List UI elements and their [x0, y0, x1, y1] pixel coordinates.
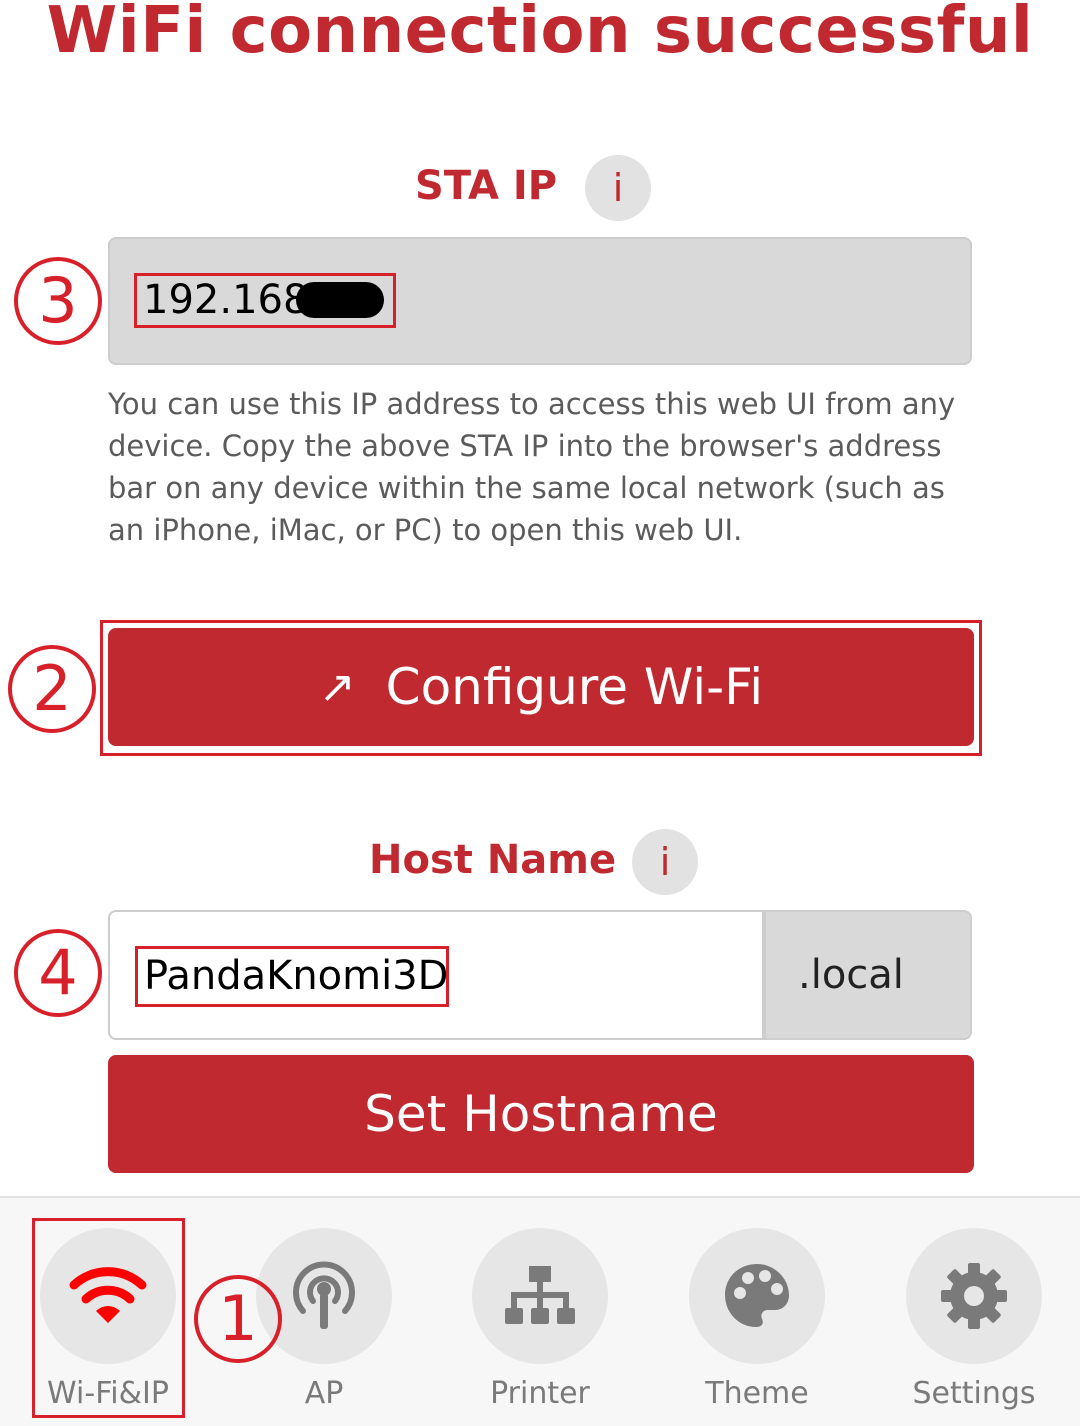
configure-wifi-button[interactable]: ↗ Configure Wi-Fi: [108, 628, 974, 746]
set-hostname-button[interactable]: Set Hostname: [108, 1055, 974, 1173]
host-name-label: Host Name: [369, 837, 617, 883]
annotation-step-1: 1: [194, 1275, 282, 1363]
external-link-icon: ↗: [318, 661, 356, 713]
wifi-ip-highlight: [32, 1218, 185, 1418]
palette-icon: [725, 1264, 789, 1327]
nav-ap-circle: [256, 1228, 392, 1364]
nav-printer-circle: [472, 1228, 608, 1364]
nav-label-theme: Theme: [705, 1376, 809, 1411]
annotation-step-4: 4: [14, 929, 102, 1017]
nav-settings-circle: [906, 1228, 1042, 1364]
antenna-icon: [293, 1261, 355, 1329]
sta-ip-info-button[interactable]: i: [585, 155, 651, 221]
page-title: WiFi connection successful: [46, 0, 1034, 68]
annotation-step-2: 2: [8, 645, 96, 733]
nav-label-settings: Settings: [912, 1376, 1036, 1411]
host-name-suffix: .local: [764, 910, 972, 1040]
redaction-mark: [296, 282, 384, 318]
nav-theme-circle: [689, 1228, 825, 1364]
host-name-info-button[interactable]: i: [632, 829, 698, 895]
nav-item-theme[interactable]: Theme: [689, 1228, 825, 1411]
set-hostname-label: Set Hostname: [364, 1085, 718, 1143]
info-icon: i: [612, 166, 624, 210]
nav-item-ap[interactable]: AP: [256, 1228, 392, 1411]
sta-ip-label: STA IP: [415, 163, 558, 209]
annotation-step-3: 3: [14, 257, 102, 345]
gear-icon: [941, 1263, 1007, 1329]
nav-label-ap: AP: [304, 1376, 344, 1411]
nav-item-settings[interactable]: Settings: [906, 1228, 1042, 1411]
nav-item-printer[interactable]: Printer: [472, 1228, 608, 1411]
info-icon: i: [659, 840, 671, 884]
nav-label-printer: Printer: [490, 1376, 590, 1411]
sta-ip-help-text: You can use this IP address to access th…: [108, 387, 956, 547]
host-name-value: PandaKnomi3D: [135, 946, 449, 1007]
network-tree-icon: [505, 1266, 575, 1324]
configure-wifi-label: Configure Wi-Fi: [385, 658, 764, 716]
